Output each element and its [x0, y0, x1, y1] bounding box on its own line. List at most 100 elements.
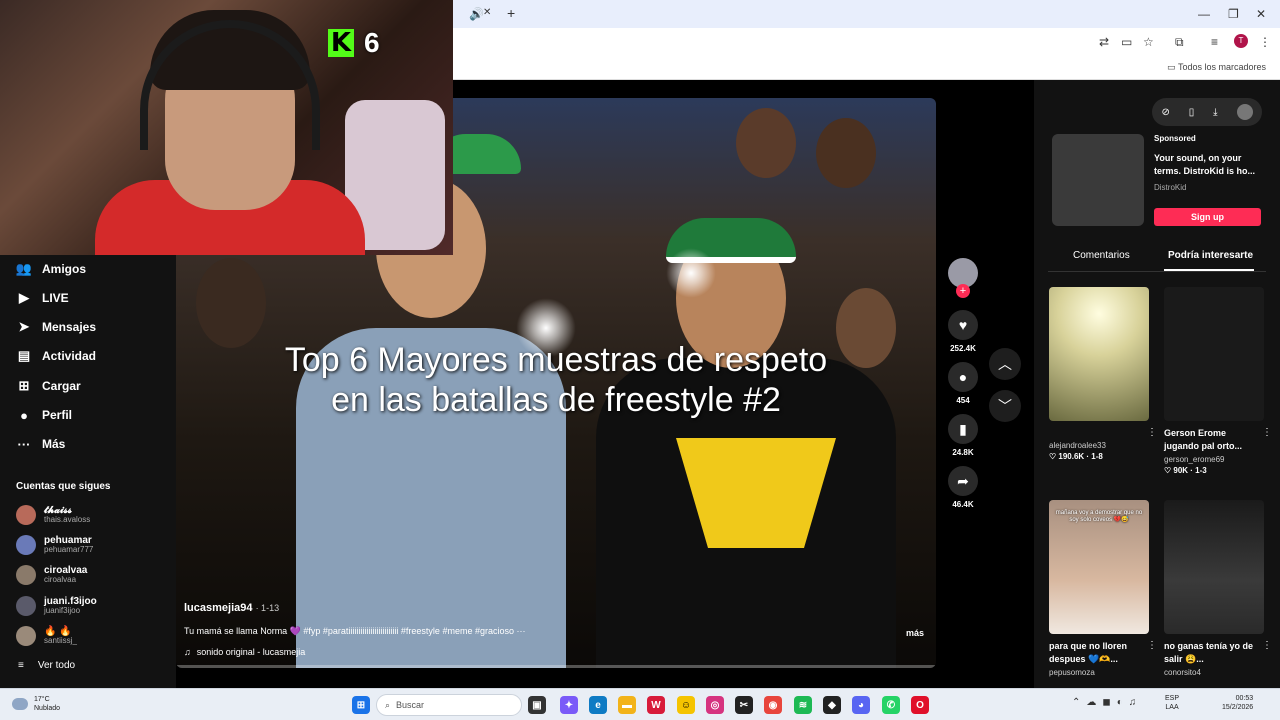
card-menu-icon[interactable]: ⋮ [1147, 640, 1157, 651]
ad-text[interactable]: Your sound, on your terms. DistroKid is … [1154, 152, 1266, 178]
video-card[interactable]: ⋮ alejandroalee33 ♡ 190.6K · 1-8 [1049, 287, 1157, 461]
card-menu-icon[interactable]: ⋮ [1147, 427, 1157, 438]
window-close-icon[interactable]: ✕ [1256, 8, 1266, 20]
opera-icon[interactable]: O [911, 696, 929, 714]
share-button[interactable]: ➦ 46.4K [948, 466, 978, 509]
ad-thumbnail[interactable] [1052, 134, 1144, 226]
start-button[interactable]: ⊞ [352, 696, 370, 714]
save-count: 24.8K [952, 448, 974, 457]
webcam-overlay: K 6 [0, 0, 453, 255]
sponsored-label: Sponsored [1154, 134, 1196, 143]
minimize-icon[interactable]: — [1198, 8, 1210, 20]
tab-comments[interactable]: Comentarios [1073, 250, 1130, 268]
sidebar-item-live[interactable]: ▶ LIVE [16, 288, 69, 308]
copilot-icon[interactable]: ✦ [560, 696, 578, 714]
discord-icon[interactable]: ◕ [852, 696, 870, 714]
language-indicator[interactable]: ESP LAA [1165, 694, 1179, 712]
sidebar-item-more[interactable]: ··· Más [16, 434, 66, 454]
app-icon[interactable]: ◆ [823, 696, 841, 714]
menu-icon[interactable]: ⋮ [1259, 36, 1271, 48]
chrome-icon[interactable]: ◉ [764, 696, 782, 714]
maximize-icon[interactable]: ❐ [1228, 8, 1239, 20]
sidebar-item-upload[interactable]: ⊞ Cargar [16, 376, 81, 396]
browser-tab-bar: 🔊 ✕ + — ❐ ✕ [453, 0, 1280, 28]
edge-icon[interactable]: e [589, 696, 607, 714]
tab-close-icon[interactable]: ✕ [483, 8, 491, 18]
avatar[interactable] [1236, 104, 1253, 120]
ad-brand: DistroKid [1154, 183, 1187, 192]
instagram-icon[interactable]: ◎ [706, 696, 724, 714]
new-tab-button[interactable]: + [507, 6, 515, 20]
app-tray-icon[interactable]: ◐ [1117, 697, 1123, 708]
save-button[interactable]: ▮ 24.8K [948, 414, 978, 457]
file-explorer-icon[interactable]: ▬ [618, 696, 636, 714]
following-item[interactable]: 🔥 🔥 santiissj_ [16, 624, 166, 648]
address-bar[interactable]: ⇄ ▭ ☆ ⧉ ≡ T ⋮ [453, 28, 1280, 56]
spotify-icon[interactable]: ≋ [794, 696, 812, 714]
tab-recommended[interactable]: Podría interesarte [1168, 250, 1253, 268]
like-count: 252.4K [950, 344, 976, 353]
card-menu-icon[interactable]: ⋮ [1262, 640, 1272, 651]
weather-widget[interactable]: 17°C Nublado [12, 695, 60, 713]
profile-icon: ● [20, 407, 28, 423]
bookmark-icon: ▮ [948, 414, 978, 444]
cloud-icon[interactable]: ☁ [1086, 697, 1096, 708]
music-link[interactable]: ♫ sonido original - lucasmejia [184, 647, 928, 657]
app-icon[interactable]: W [647, 696, 665, 714]
next-video-button[interactable]: ﹀ [989, 390, 1021, 422]
video-card[interactable]: ⋮ no ganas tenía yo de salir 😩... conors… [1164, 500, 1272, 677]
crowd-figure [196, 258, 266, 348]
profile-avatar[interactable]: T [1234, 34, 1248, 48]
video-thumbnail [1164, 500, 1264, 634]
video-card[interactable]: ⋮ Gerson Erome jugando pal orto... gerso… [1164, 287, 1272, 475]
audio-icon[interactable]: 🔊 [469, 8, 484, 20]
app-tray-icon[interactable]: ◼ [1102, 697, 1110, 708]
cast-icon[interactable]: ▭ [1121, 36, 1132, 48]
video-progress-bar[interactable] [176, 665, 936, 668]
see-all-link[interactable]: ≡ Ver todo [18, 660, 75, 671]
snapchat-icon[interactable]: ☺ [677, 696, 695, 714]
post-date: · 1-13 [255, 603, 280, 613]
all-bookmarks-link[interactable]: ▭ Todos los marcadores [1167, 62, 1266, 73]
system-tray[interactable]: ⌃ ☁ ◼ ◐ ♫ [1072, 697, 1136, 708]
sidebar-item-friends[interactable]: 👥 Amigos [16, 259, 86, 279]
app-tray-icon[interactable]: ♫ [1129, 697, 1137, 708]
signup-button[interactable]: Sign up [1154, 208, 1261, 226]
overlay-line: en las batallas de freestyle #2 [331, 381, 781, 419]
avatar [16, 626, 36, 646]
following-item[interactable]: pehuamar pehuamar777 [16, 533, 166, 557]
follow-plus-icon[interactable]: + [956, 284, 970, 298]
share-icon: ➦ [948, 466, 978, 496]
like-button[interactable]: ♥ 252.4K [948, 310, 978, 353]
bookmarks-bar: ▭ Todos los marcadores [453, 56, 1280, 80]
translate-icon[interactable]: ⇄ [1099, 36, 1109, 48]
right-panel: ⊘ ▯ ⤓ Sponsored Your sound, on your term… [1034, 80, 1280, 688]
bookmark-star-icon[interactable]: ☆ [1143, 36, 1154, 48]
music-label: sonido original - lucasmejia [196, 647, 306, 657]
task-view-icon[interactable]: ▣ [528, 696, 546, 714]
crowd-figure [816, 118, 876, 188]
previous-video-button[interactable]: ︿ [989, 348, 1021, 380]
clock[interactable]: 00:53 15/2/2026 [1222, 694, 1253, 712]
comment-button[interactable]: ● 454 [948, 362, 978, 405]
compass-icon[interactable]: ⊘ [1161, 107, 1169, 118]
chevron-up-icon[interactable]: ⌃ [1072, 697, 1080, 708]
whatsapp-icon[interactable]: ✆ [882, 696, 900, 714]
following-item[interactable]: 𝓽𝓱𝓪𝓲𝓼𝓼 thais.avaloss [16, 503, 166, 527]
following-item[interactable]: ciroalvaa ciroalvaa [16, 563, 166, 587]
capcut-icon[interactable]: ✂ [735, 696, 753, 714]
card-menu-icon[interactable]: ⋮ [1262, 427, 1272, 438]
device-icon[interactable]: ▯ [1189, 107, 1195, 118]
sidebar-item-activity[interactable]: ▤ Actividad [16, 346, 96, 366]
media-icon[interactable]: ≡ [1211, 36, 1218, 48]
sidebar-item-messages[interactable]: ➤ Mensajes [16, 317, 96, 337]
author-link[interactable]: lucasmejia94 [184, 602, 253, 614]
download-icon[interactable]: ⤓ [1213, 107, 1217, 118]
taskbar-search[interactable]: ⌕ Buscar [376, 694, 522, 716]
video-card[interactable]: mañana voy a demostrar que no soy solo c… [1049, 500, 1157, 677]
live-icon: ▶ [19, 290, 29, 305]
following-item[interactable]: juani.f3ijoo juanif3ijoo [16, 594, 166, 618]
extensions-icon[interactable]: ⧉ [1175, 36, 1184, 48]
sidebar-item-profile[interactable]: ● Perfil [16, 405, 72, 425]
more-link[interactable]: más [906, 628, 924, 638]
